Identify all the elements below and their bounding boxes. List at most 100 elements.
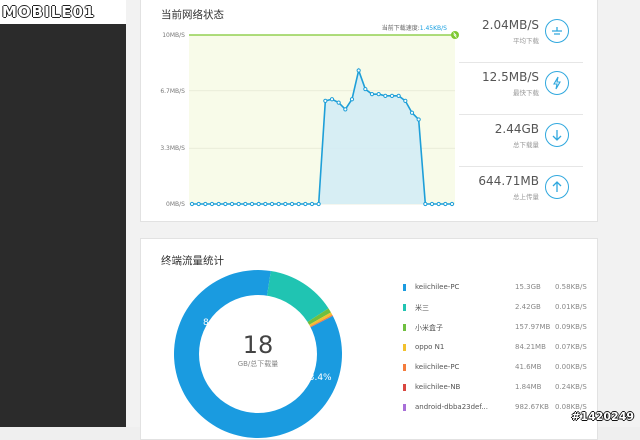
device-row[interactable]: android-dbba23def... 982.67KB 0.08KB/S [403, 402, 593, 414]
site-logo: MOBILE01 [2, 3, 96, 21]
speed-point [303, 201, 308, 207]
slice-label-2: 13.4% [303, 373, 332, 383]
stat-label: 平均下载 [513, 37, 539, 45]
device-color-swatch [403, 324, 406, 331]
speed-point [316, 201, 321, 207]
device-speed: 0.01KB/S [555, 303, 587, 311]
network-speed-chart: 当前下载速度:1.45KB/S 10MB/S 6.7MB/S 3.3MB/S 0MB/… [160, 24, 459, 208]
speed-point [243, 201, 248, 207]
speed-point [389, 93, 395, 98]
speed-point [256, 201, 261, 207]
speed-point [249, 201, 255, 207]
lightning-icon[interactable] [545, 71, 569, 95]
speed-point [416, 117, 421, 122]
traffic-stats-panel: 终端流量统计 18 GB/总下载量 84.9% 13.4% keiichilee… [140, 238, 598, 440]
network-status-panel: 当前网络状态 当前下载速度:1.45KB/S 10MB/S 6.7MB/S 3.3M… [140, 0, 598, 222]
device-row[interactable]: oppo N1 84.21MB 0.07KB/S [403, 342, 593, 354]
device-row[interactable]: 米三 2.42GB 0.01KB/S [403, 302, 593, 314]
speed-point [363, 86, 368, 92]
device-row[interactable]: keiichilee-PC 41.6MB 0.00KB/S [403, 362, 593, 374]
device-name: 小米盒子 [415, 324, 443, 332]
device-traffic: 982.67KB [515, 403, 549, 411]
device-speed: 0.09KB/S [555, 323, 587, 331]
stat-item: 644.71MB 总上传量 [459, 167, 597, 219]
speed-point [223, 201, 228, 207]
stat-label: 总上传量 [513, 193, 539, 201]
download-arrow-icon[interactable] [545, 123, 569, 147]
speed-point [269, 201, 275, 207]
current-speed-label: 当前下载速度: [382, 24, 420, 32]
svg-text:当前下载速度:1.45KB/S: 当前下载速度:1.45KB/S [382, 24, 447, 32]
speed-point [436, 201, 441, 207]
main-content: 当前网络状态 当前下载速度:1.45KB/S 10MB/S 6.7MB/S 3.3M… [126, 0, 640, 440]
device-speed: 0.58KB/S [555, 283, 587, 291]
device-row[interactable]: 小米盒子 157.97MB 0.09KB/S [403, 322, 593, 334]
speed-point [376, 92, 381, 97]
speed-point [236, 201, 241, 207]
speed-point [343, 107, 348, 112]
device-speed: 0.24KB/S [555, 383, 587, 391]
upload-arrow-icon[interactable] [545, 175, 569, 199]
device-row[interactable]: keiichilee-NB 1.84MB 0.24KB/S [403, 382, 593, 394]
device-color-swatch [403, 404, 406, 411]
speed-point [323, 98, 328, 104]
speed-point [276, 201, 281, 207]
speed-point [396, 93, 401, 98]
device-traffic: 157.97MB [515, 323, 551, 331]
logo-bar: MOBILE01 [0, 0, 126, 24]
stat-value: 12.5MB/S [482, 70, 539, 84]
current-speed-value: 1.45KB/S [420, 25, 447, 32]
speed-point [263, 201, 268, 207]
speed-point [296, 201, 301, 207]
device-color-swatch [403, 364, 406, 371]
speed-point [329, 97, 335, 102]
device-color-swatch [403, 344, 406, 351]
stat-value: 2.44GB [494, 122, 539, 136]
y-tick-label: 3.3MB/S [160, 145, 185, 152]
speed-point [403, 98, 408, 104]
stat-item: 2.04MB/S 平均下载 [459, 11, 597, 63]
speed-point [449, 201, 455, 207]
speed-point [216, 201, 221, 207]
device-name: 米三 [415, 304, 429, 312]
device-traffic: 15.3GB [515, 283, 541, 291]
y-tick-label: 10MB/S [162, 32, 185, 39]
stat-label: 最快下载 [513, 89, 539, 97]
speed-point [349, 97, 355, 102]
device-traffic: 84.21MB [515, 343, 546, 351]
download-speed-icon[interactable] [545, 19, 569, 43]
stat-value: 2.04MB/S [482, 18, 539, 32]
speed-point [196, 201, 201, 207]
sidebar [0, 0, 126, 427]
device-name: keiichilee-PC [415, 363, 460, 371]
device-traffic: 1.84MB [515, 383, 542, 391]
device-speed: 0.07KB/S [555, 343, 587, 351]
speed-point [336, 100, 341, 105]
speed-point [203, 201, 208, 207]
device-color-swatch [403, 284, 406, 291]
speed-point [309, 201, 315, 207]
stat-value: 644.71MB [478, 174, 539, 188]
device-speed: 0.00KB/S [555, 363, 587, 371]
speed-point [429, 201, 435, 207]
speed-point [283, 201, 288, 207]
device-name: android-dbba23def... [415, 403, 488, 411]
device-name: keiichilee-NB [415, 383, 461, 391]
stat-item: 12.5MB/S 最快下载 [459, 63, 597, 115]
stat-item: 2.44GB 总下载量 [459, 115, 597, 167]
traffic-donut-chart: 18 GB/总下载量 84.9% 13.4% [174, 270, 342, 438]
device-row[interactable]: keiichilee-PC 15.3GB 0.58KB/S [403, 282, 593, 294]
slice-label-1: 84.9% [203, 318, 232, 328]
speed-point [209, 201, 215, 207]
device-color-swatch [403, 384, 406, 391]
device-traffic: 2.42GB [515, 303, 541, 311]
speed-point [423, 201, 428, 207]
speed-point [383, 93, 388, 98]
donut-center-label: GB/总下载量 [238, 359, 279, 368]
device-name: oppo N1 [415, 343, 445, 351]
device-name: keiichilee-PC [415, 283, 460, 291]
donut-center-value: 18 [243, 331, 274, 359]
speed-point [229, 201, 235, 207]
speed-point [289, 201, 295, 207]
speed-point [443, 201, 448, 207]
